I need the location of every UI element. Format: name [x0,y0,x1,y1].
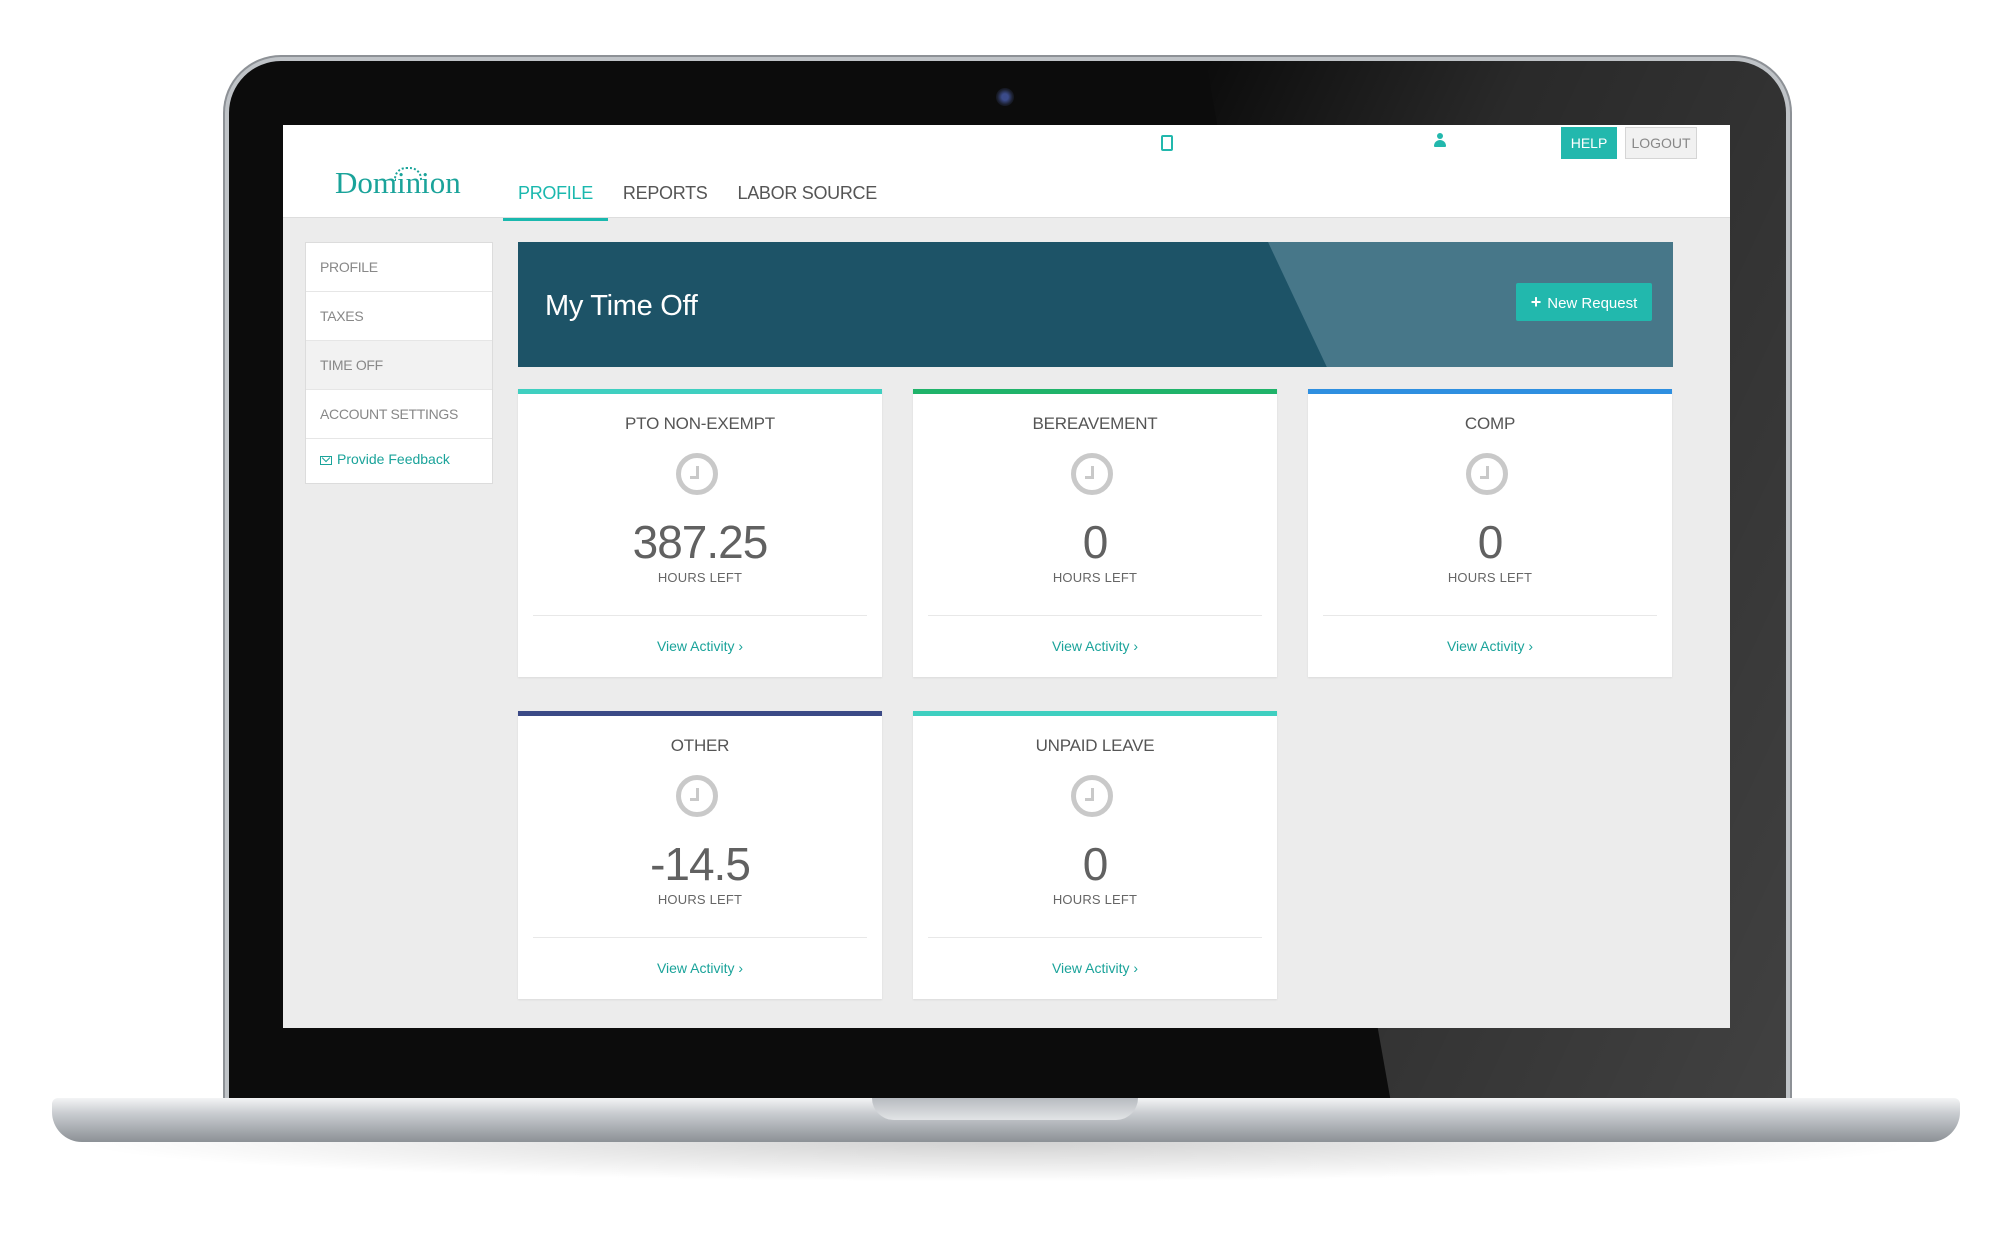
time-off-banner: My Time Off + New Request [518,242,1673,367]
card-accent [913,711,1277,716]
clock-icon [1071,775,1113,817]
hours-value: 0 [1082,516,1109,568]
time-off-card-other: OTHER -14.5 HOURS LEFT View Activity › [518,711,882,999]
nav-item-reports[interactable]: REPORTS [608,171,723,221]
logout-button[interactable]: LOGOUT [1625,127,1697,159]
time-off-card-bereavement: BEREAVEMENT 0 HOURS LEFT View Activity › [913,389,1277,677]
hours-unit: HOURS LEFT [1447,570,1533,585]
hours-value: 0 [1477,516,1504,568]
card-accent [913,389,1277,394]
view-activity-link[interactable]: View Activity › [1308,638,1672,654]
card-divider [533,937,867,938]
new-request-label: New Request [1547,295,1638,312]
nav-item-profile[interactable]: PROFILE [503,171,608,221]
tablet-icon[interactable] [1161,135,1173,151]
sidebar: PROFILE TAXES TIME OFF ACCOUNT SETTINGS … [305,242,493,484]
app-screen: Dominion PROFILE REPORTS LABOR SOURCE HE… [283,125,1730,1028]
view-activity-link[interactable]: View Activity › [913,960,1277,976]
top-bar: Dominion PROFILE REPORTS LABOR SOURCE HE… [283,125,1730,221]
sidebar-item-account-settings[interactable]: ACCOUNT SETTINGS [306,390,492,439]
sidebar-item-time-off[interactable]: TIME OFF [306,341,492,390]
card-title: BEREAVEMENT [1032,414,1158,433]
card-title: UNPAID LEAVE [1035,736,1155,755]
user-icon[interactable] [1434,133,1446,147]
clock-icon [1466,453,1508,495]
clock-icon [1071,453,1113,495]
card-title: COMP [1464,414,1516,433]
hours-value: 387.25 [632,516,769,568]
time-off-card-unpaid-leave: UNPAID LEAVE 0 HOURS LEFT View Activity … [913,711,1277,999]
page-title: My Time Off [545,290,698,322]
hours-unit: HOURS LEFT [657,570,743,585]
logo-arc-icon [394,167,422,181]
hours-value: 0 [1082,838,1109,890]
card-accent [518,389,882,394]
help-button[interactable]: HELP [1561,127,1617,159]
nav-item-labor-source[interactable]: LABOR SOURCE [723,171,892,221]
card-divider [928,937,1262,938]
camera-icon [996,88,1014,106]
hours-unit: HOURS LEFT [1052,570,1138,585]
main-nav: PROFILE REPORTS LABOR SOURCE [503,171,892,221]
card-divider [533,615,867,616]
hours-unit: HOURS LEFT [1052,892,1138,907]
sidebar-item-taxes[interactable]: TAXES [306,292,492,341]
provide-feedback-label: Provide Feedback [337,451,450,467]
hours-unit: HOURS LEFT [657,892,743,907]
laptop-shadow [70,1142,1940,1182]
time-off-card-comp: COMP 0 HOURS LEFT View Activity › [1308,389,1672,677]
time-off-card-pto-non-exempt: PTO NON-EXEMPT 387.25 HOURS LEFT View Ac… [518,389,882,677]
mail-icon [320,456,332,465]
card-title: OTHER [670,736,730,755]
laptop-notch [872,1098,1138,1120]
new-request-button[interactable]: + New Request [1516,283,1652,321]
clock-icon [676,453,718,495]
card-title: PTO NON-EXEMPT [625,414,775,433]
provide-feedback-link[interactable]: Provide Feedback [306,439,492,483]
card-divider [928,615,1262,616]
card-divider [1323,615,1657,616]
card-accent [1308,389,1672,394]
plus-icon: + [1530,292,1542,312]
card-accent [518,711,882,716]
hours-value: -14.5 [650,838,751,890]
view-activity-link[interactable]: View Activity › [518,638,882,654]
view-activity-link[interactable]: View Activity › [518,960,882,976]
view-activity-link[interactable]: View Activity › [913,638,1277,654]
clock-icon [676,775,718,817]
sidebar-item-profile[interactable]: PROFILE [306,243,492,292]
